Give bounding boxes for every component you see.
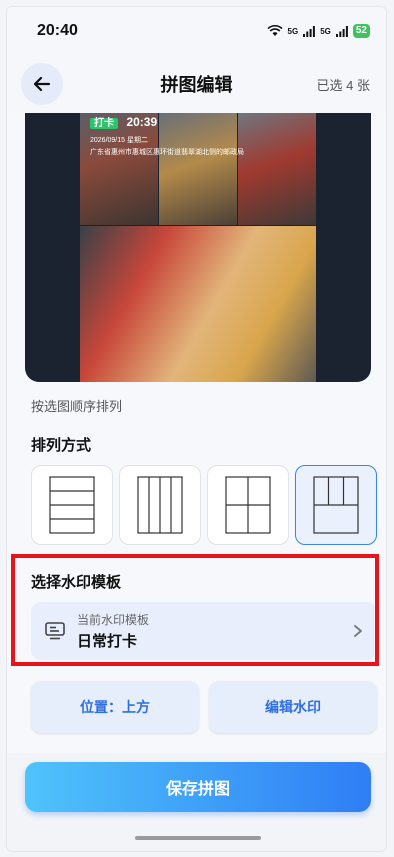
signal-icon <box>303 25 316 37</box>
watermark-date: 2026/09/15 星期二 <box>90 137 148 144</box>
layout-option-three-one[interactable] <box>295 465 377 545</box>
watermark-overlay: 打卡 20:39 2026/09/15 星期二 广东省惠州市惠城区惠环街道翡翠湖… <box>90 113 250 158</box>
layout-columns-icon <box>137 476 183 534</box>
top-nav: 拼图编辑 已选 4 张 <box>7 55 386 113</box>
watermark-time: 20:39 <box>126 115 158 129</box>
selected-count: 已选 4 张 <box>316 78 370 93</box>
order-hint: 按选图顺序排列 <box>31 399 123 414</box>
layout-three-one-icon <box>313 476 359 534</box>
collage-preview[interactable]: 打卡 20:39 2026/09/15 星期二 广东省惠州市惠城区惠环街道翡翠湖… <box>25 113 371 382</box>
battery-icon: 52 <box>352 24 370 38</box>
wifi-icon <box>266 25 283 36</box>
status-time: 20:40 <box>37 22 78 39</box>
layout-options <box>31 465 377 545</box>
signal-icon <box>335 25 348 37</box>
position-button[interactable]: 位置：上方 <box>31 681 199 733</box>
highlight-box <box>11 554 379 666</box>
collage-image: 打卡 20:39 2026/09/15 星期二 广东省惠州市惠城区惠环街道翡翠湖… <box>80 113 316 382</box>
back-button[interactable] <box>21 63 63 105</box>
network-5g-label-1: 5G <box>287 26 299 36</box>
photo-cell <box>80 226 316 382</box>
layout-grid-icon <box>225 476 271 534</box>
layout-rows-icon <box>49 476 95 534</box>
home-indicator <box>135 836 261 840</box>
watermark-tag: 打卡 <box>90 118 118 129</box>
network-5g-label-2: 5G <box>320 26 331 36</box>
layout-option-columns[interactable] <box>119 465 201 545</box>
status-bar: 20:40 5G 5G 52 <box>7 7 386 55</box>
app-frame: 20:40 5G 5G 52 拼图编辑 已选 4 张 打卡 20:39 2026… <box>6 6 387 852</box>
layout-option-grid[interactable] <box>207 465 289 545</box>
status-indicators: 5G 5G 52 <box>266 24 370 38</box>
layout-section-title: 排列方式 <box>31 437 92 454</box>
watermark-action-row: 位置：上方 编辑水印 <box>31 681 377 733</box>
save-collage-button[interactable]: 保存拼图 <box>25 762 371 812</box>
layout-option-rows[interactable] <box>31 465 113 545</box>
arrow-left-icon <box>33 76 51 92</box>
edit-watermark-button[interactable]: 编辑水印 <box>209 681 377 733</box>
watermark-address: 广东省惠州市惠城区惠环街道翡翠湖北侧的邮政局 <box>90 149 244 156</box>
